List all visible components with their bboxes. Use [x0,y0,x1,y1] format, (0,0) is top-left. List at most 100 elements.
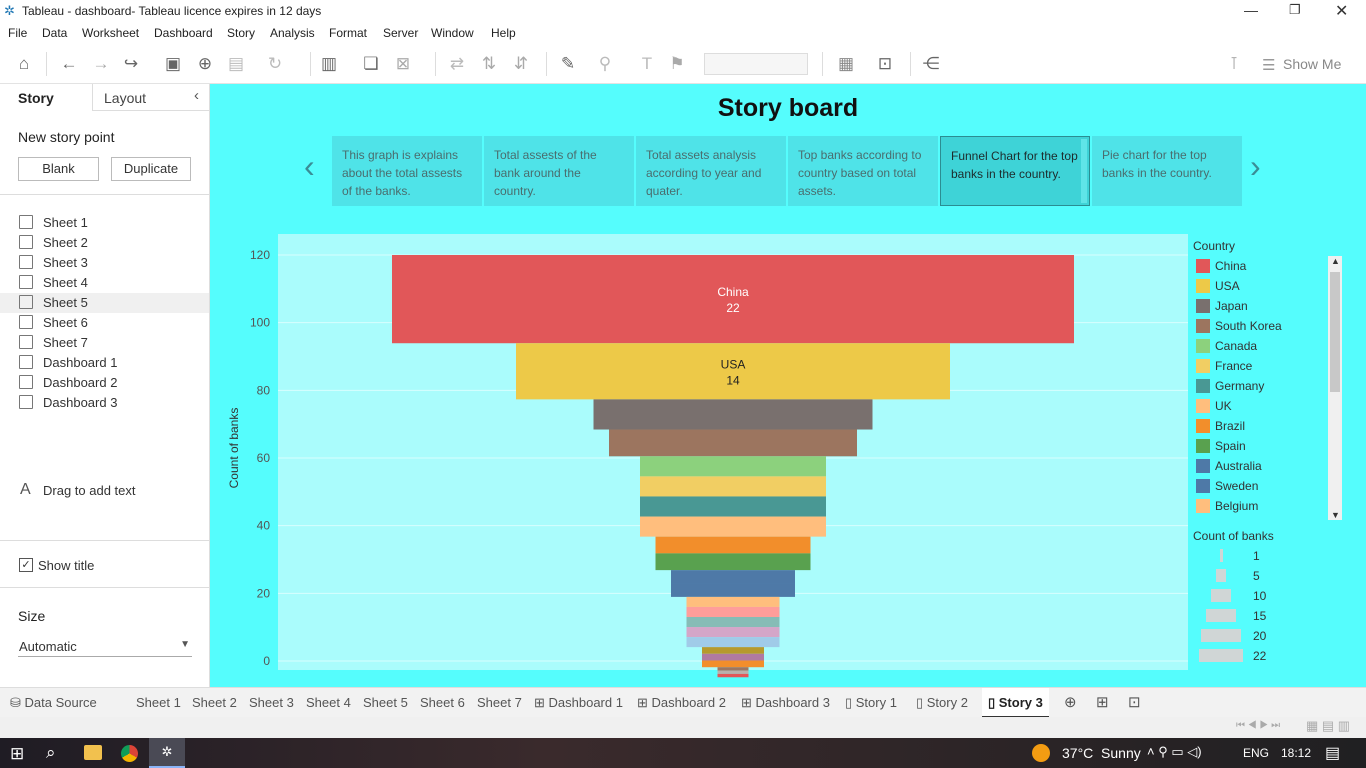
show-me-button[interactable]: Show Me [1283,56,1341,72]
grid-view-icon[interactable]: ▦ ▤ ▥ [1306,718,1350,734]
collapse-pane-icon[interactable]: ‹ [194,87,199,104]
share-icon[interactable]: ⋲ [920,53,942,75]
next-story-point-icon[interactable]: › [1250,148,1261,185]
story-point-5-active[interactable]: Funnel Chart for the top banks in the co… [940,136,1090,206]
tab-layout[interactable]: Layout [104,90,146,106]
blank-button[interactable]: Blank [18,157,99,181]
tab-dashboard-1[interactable]: ⊞ Dashboard 1 [528,688,629,718]
pin-icon[interactable]: ⚑ [666,53,688,75]
y-tick-label: 120 [250,248,270,262]
menu-format[interactable]: Format [329,26,367,40]
restore-icon[interactable]: ❐ [1289,2,1301,18]
notification-icon[interactable]: ▤ [1325,743,1340,763]
menu-story[interactable]: Story [227,26,255,40]
tab-story-1[interactable]: ▯ Story 1 [839,688,903,718]
tab-sheet-1[interactable]: Sheet 1 [130,688,187,718]
tab-sheet-6[interactable]: Sheet 6 [414,688,471,718]
highlight-icon[interactable]: ✎ [557,53,579,75]
swap-icon[interactable]: ⇄ [446,53,468,75]
duplicate-button[interactable]: Duplicate [111,157,191,181]
chrome-icon[interactable] [121,745,138,762]
legend-scrollbar[interactable]: ▲ ▼ [1328,256,1342,520]
country-legend-title: Country [1193,239,1236,253]
tab-story-3[interactable]: ▯ Story 3 [982,688,1049,718]
tab-sheet-2[interactable]: Sheet 2 [186,688,243,718]
label-icon[interactable]: T [636,53,658,75]
menu-dashboard[interactable]: Dashboard [154,26,213,40]
redo-icon[interactable]: → [90,53,112,75]
duplicate-sheet-icon[interactable]: ❏ [360,53,382,75]
sort-desc-icon[interactable]: ⇵ [510,53,532,75]
sheet-item-2[interactable]: Sheet 2 [0,233,209,253]
tab-sheet-7[interactable]: Sheet 7 [471,688,528,718]
format-painter-icon[interactable]: ⊺ [1223,53,1245,75]
new-datasource-icon[interactable]: ⊕ [194,53,216,75]
clock[interactable]: 18:12 [1281,746,1311,760]
home-icon[interactable]: ⌂ [13,53,35,75]
drag-to-add-text[interactable]: Drag to add text [43,483,136,498]
sheet-item-7[interactable]: Sheet 7 [0,333,209,353]
story-point-4[interactable]: Top banks according to country based on … [788,136,938,206]
new-story-tab-icon[interactable]: ⊡ [1122,688,1147,718]
search-icon[interactable]: ⌕ [46,743,56,763]
minimize-icon[interactable]: — [1244,2,1258,18]
tab-sheet-3[interactable]: Sheet 3 [243,688,300,718]
undo-icon[interactable]: ← [58,53,80,75]
tab-dashboard-2[interactable]: ⊞ Dashboard 2 [631,688,732,718]
menu-help[interactable]: Help [491,26,516,40]
tab-dashboard-3[interactable]: ⊞ Dashboard 3 [735,688,836,718]
save-icon[interactable]: ▣ [162,53,184,75]
scroll-up-icon[interactable]: ▲ [1331,256,1340,266]
close-icon[interactable]: ✕ [1335,1,1348,21]
prev-story-point-icon[interactable]: ‹ [304,148,315,185]
tab-sheet-5[interactable]: Sheet 5 [357,688,414,718]
scroll-thumb[interactable] [1330,272,1340,392]
tableau-taskbar-icon[interactable]: ✲ [149,738,185,768]
paste-icon[interactable]: ▤ [225,53,247,75]
language-indicator[interactable]: ENG [1243,746,1269,760]
menu-worksheet[interactable]: Worksheet [82,26,139,40]
dashboard-item-1[interactable]: Dashboard 1 [0,353,209,373]
fit-dropdown[interactable] [704,53,808,75]
refresh-icon[interactable]: ↻ [264,53,286,75]
size-dropdown[interactable]: Automatic ▼ [18,637,192,657]
windows-start-icon[interactable]: ⊞ [10,744,24,764]
dashboard-item-2[interactable]: Dashboard 2 [0,373,209,393]
first-page-icon[interactable]: ⏮ ◀ ▶ ⏭ [1236,720,1280,731]
menu-window[interactable]: Window [431,26,474,40]
new-worksheet-tab-icon[interactable]: ⊕ [1058,688,1083,718]
group-icon[interactable]: ⚲ [594,53,616,75]
menu-data[interactable]: Data [42,26,67,40]
new-dashboard-tab-icon[interactable]: ⊞ [1090,688,1115,718]
size-legend-label: 15 [1253,609,1267,623]
new-worksheet-icon[interactable]: ▥ [318,53,340,75]
sheet-item-3[interactable]: Sheet 3 [0,253,209,273]
clear-sheet-icon[interactable]: ⊠ [392,53,414,75]
sheet-item-4[interactable]: Sheet 4 [0,273,209,293]
scroll-down-icon[interactable]: ▼ [1331,510,1340,520]
menu-analysis[interactable]: Analysis [270,26,315,40]
story-point-3[interactable]: Total assets analysis according to year … [636,136,786,206]
sheet-item-1[interactable]: Sheet 1 [0,213,209,233]
story-point-1[interactable]: This graph is explains about the total a… [332,136,482,206]
dashboard-item-3[interactable]: Dashboard 3 [0,393,209,413]
show-title-checkbox[interactable]: ✓ [19,558,33,572]
sheet-item-6[interactable]: Sheet 6 [0,313,209,333]
sheet-item-5[interactable]: Sheet 5 [0,293,209,313]
tab-story-2[interactable]: ▯ Story 2 [910,688,974,718]
sheet-icon [19,275,33,289]
menu-server[interactable]: Server [383,26,418,40]
tray-icons[interactable]: ˄ ⚲ ▭ ◁) [1147,744,1202,760]
labels-icon[interactable]: ▦ [835,53,857,75]
replay-icon[interactable]: ↪ [120,53,142,75]
story-point-6[interactable]: Pie chart for the top banks in the count… [1092,136,1242,206]
menu-file[interactable]: File [8,26,27,40]
story-point-2[interactable]: Total assests of the bank around the cou… [484,136,634,206]
presentation-icon[interactable]: ⊡ [874,53,896,75]
tab-sheet-4[interactable]: Sheet 4 [300,688,357,718]
sort-asc-icon[interactable]: ⇅ [478,53,500,75]
data-source-tab[interactable]: ⛁ Data Source [4,688,103,718]
tab-story[interactable]: Story [18,90,54,106]
file-explorer-icon[interactable] [84,745,102,760]
weather-text[interactable]: 37°C Sunny [1062,745,1141,761]
